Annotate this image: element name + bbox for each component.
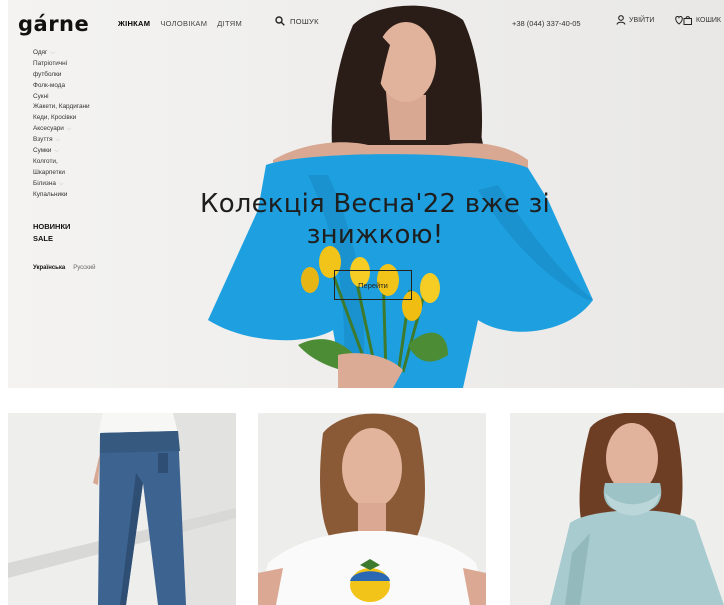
category-item[interactable]: Білизна ⌵ [33, 179, 143, 190]
brand-logo[interactable]: gárne [18, 12, 89, 36]
category-item[interactable]: Взуття ⌵ [33, 135, 143, 146]
search-button[interactable]: ПОШУК [275, 16, 319, 26]
category-list: Одяг ⌵ Патріотичні футболки Фолк-мода Сук… [33, 48, 143, 200]
chevron-down-icon: ⌵ [58, 180, 64, 187]
category-item[interactable]: Купальники [33, 190, 143, 201]
nav-men[interactable]: ЧОЛОВІКАМ [160, 19, 207, 28]
hero-cta-button[interactable]: Перейти [334, 270, 412, 300]
category-item[interactable]: Одяг ⌵ [33, 48, 143, 59]
user-icon [616, 15, 626, 25]
hero-title-line1: Колекція Весна'22 вже зі [200, 189, 550, 219]
search-icon [275, 16, 285, 26]
chevron-down-icon: ⌵ [50, 50, 55, 56]
new-arrivals-link[interactable]: НОВИНКИ [33, 221, 143, 233]
category-label: Колготи, [33, 157, 58, 165]
hero-title: Колекція Весна'22 вже зі знижкою! [180, 189, 570, 251]
login-label: УВІЙТИ [629, 16, 655, 24]
category-label: Аксесуари [33, 125, 64, 133]
product-image-sweater [510, 413, 724, 605]
category-label: Сумки [33, 147, 52, 155]
language-russian[interactable]: Русский [73, 265, 95, 271]
product-image-tshirt [258, 413, 486, 605]
product-card-sweater[interactable] [510, 413, 724, 605]
category-label: Жакети, Кардигани [33, 103, 90, 111]
category-item[interactable]: Сумки ⌵ [33, 146, 143, 157]
login-button[interactable]: УВІЙТИ [616, 15, 654, 25]
category-label: Одяг [33, 49, 48, 56]
search-label: ПОШУК [290, 16, 319, 26]
category-item[interactable]: Фолк-мода [33, 81, 143, 92]
chevron-down-icon: ⌵ [66, 126, 72, 133]
cart-label: КОШИК [696, 16, 721, 24]
category-item[interactable]: Патріотичні [33, 59, 143, 70]
chevron-down-icon: ⌵ [54, 148, 60, 155]
heart-bag-icon [675, 15, 692, 25]
cart-button[interactable]: КОШИК [675, 15, 721, 25]
category-label: Взуття [33, 136, 53, 144]
category-label: Шкарпетки [33, 168, 65, 176]
category-label: Купальники [33, 190, 68, 198]
category-label: Білизна [33, 179, 56, 187]
category-label: Патріотичні [33, 59, 68, 67]
product-card-tshirt[interactable] [258, 413, 486, 605]
site-header: gárne ЖІНКАМ ЧОЛОВІКАМ ДІТЯМ ПОШУК +38 (… [0, 0, 724, 44]
category-label: Сукні [33, 92, 49, 100]
featured-links: НОВИНКИ SALE [33, 221, 143, 245]
language-switcher: Українська Русский [33, 265, 143, 271]
nav-women[interactable]: ЖІНКАМ [118, 19, 150, 28]
category-item[interactable]: Кеди, Кросівки [33, 113, 143, 124]
category-item[interactable]: Аксесуари ⌵ [33, 124, 143, 135]
language-ukrainian[interactable]: Українська [33, 265, 65, 271]
phone-number[interactable]: +38 (044) 337-40-05 [512, 19, 581, 28]
category-label: футболки [33, 70, 62, 78]
category-label: Фолк-мода [33, 81, 66, 89]
category-item[interactable]: Колготи, [33, 157, 143, 168]
category-item[interactable]: Сукні [33, 92, 143, 103]
main-nav: ЖІНКАМ ЧОЛОВІКАМ ДІТЯМ [118, 19, 242, 28]
category-sidebar: Одяг ⌵ Патріотичні футболки Фолк-мода Сук… [33, 48, 143, 271]
hero-title-line2: знижкою! [306, 220, 444, 250]
category-item[interactable]: Жакети, Кардигани [33, 102, 143, 113]
sale-link[interactable]: SALE [33, 233, 143, 245]
category-item[interactable]: Шкарпетки [33, 168, 143, 179]
chevron-down-icon: ⌵ [55, 137, 61, 144]
nav-kids[interactable]: ДІТЯМ [217, 19, 242, 28]
category-label: Кеди, Кросівки [33, 114, 77, 122]
product-card-jeans[interactable] [8, 413, 236, 605]
product-image-jeans [8, 413, 236, 605]
category-item[interactable]: футболки [33, 70, 143, 81]
